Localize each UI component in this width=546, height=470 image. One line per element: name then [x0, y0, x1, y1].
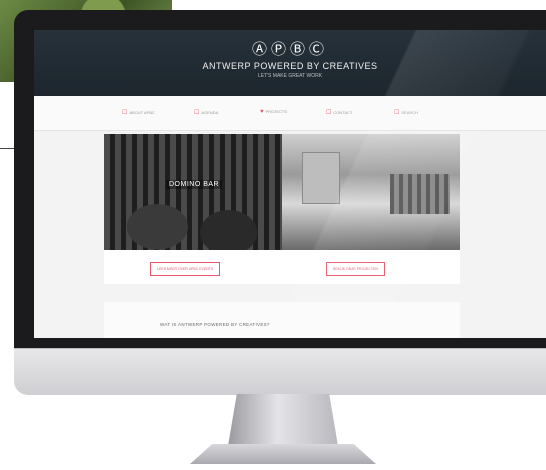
- hero-caption: DOMINO BAR: [166, 180, 223, 189]
- site-header: ⒶⓅⒷⒸ ANTWERP POWERED BY CREATIVES LET'S …: [34, 30, 546, 96]
- monitor-screen: ⒶⓅⒷⒸ ANTWERP POWERED BY CREATIVES LET'S …: [34, 30, 546, 338]
- monitor-stand-base: [190, 444, 376, 464]
- main-nav: ☐ ABOUT APBC ☐ AGENDA ♥ PROJECTS ☐ CONTACT ☐…: [34, 96, 546, 131]
- projects-button[interactable]: BEKIJK ONZE PROJECTEN: [326, 262, 385, 276]
- nav-item-projects[interactable]: ♥ PROJECTS: [260, 109, 287, 115]
- monitor-stand-neck: [228, 394, 338, 446]
- site-title: ANTWERP POWERED BY CREATIVES: [202, 61, 378, 71]
- nav-item-about[interactable]: ☐ ABOUT APBC: [122, 109, 155, 116]
- agenda-icon: ☐: [194, 110, 200, 116]
- nav-item-contact[interactable]: ☐ CONTACT: [326, 109, 352, 116]
- events-button[interactable]: LEES MEER OVER APBC EVENTS: [150, 262, 221, 276]
- heart-icon: ♥: [260, 109, 264, 115]
- card-heading: WAT IS ANTWERP POWERED BY CREATIVES?: [160, 322, 270, 327]
- monitor-chin: [14, 348, 546, 395]
- about-icon: ☐: [122, 110, 128, 116]
- site-logo[interactable]: ⒶⓅⒷⒸ: [34, 38, 546, 59]
- contact-icon: ☐: [326, 110, 332, 116]
- site-tagline: LET'S MAKE GREAT WORK: [257, 73, 323, 79]
- hero-section: DOMINO BAR LEES MEER OVER APBC EVENTS BE…: [104, 134, 460, 284]
- nav-item-search[interactable]: ☐ SEARCH: [394, 109, 418, 116]
- workspace-photo: [282, 134, 460, 250]
- nav-label: PROJECTS: [265, 109, 287, 114]
- about-card: WAT IS ANTWERP POWERED BY CREATIVES?: [104, 302, 460, 338]
- event-photo: DOMINO BAR: [104, 134, 282, 250]
- nav-item-agenda[interactable]: ☐ AGENDA: [194, 109, 218, 116]
- search-icon: ☐: [394, 110, 400, 116]
- nav-label: CONTACT: [333, 110, 353, 115]
- nav-label: ABOUT APBC: [129, 110, 155, 115]
- nav-label: SEARCH: [401, 110, 419, 115]
- nav-label: AGENDA: [201, 110, 219, 115]
